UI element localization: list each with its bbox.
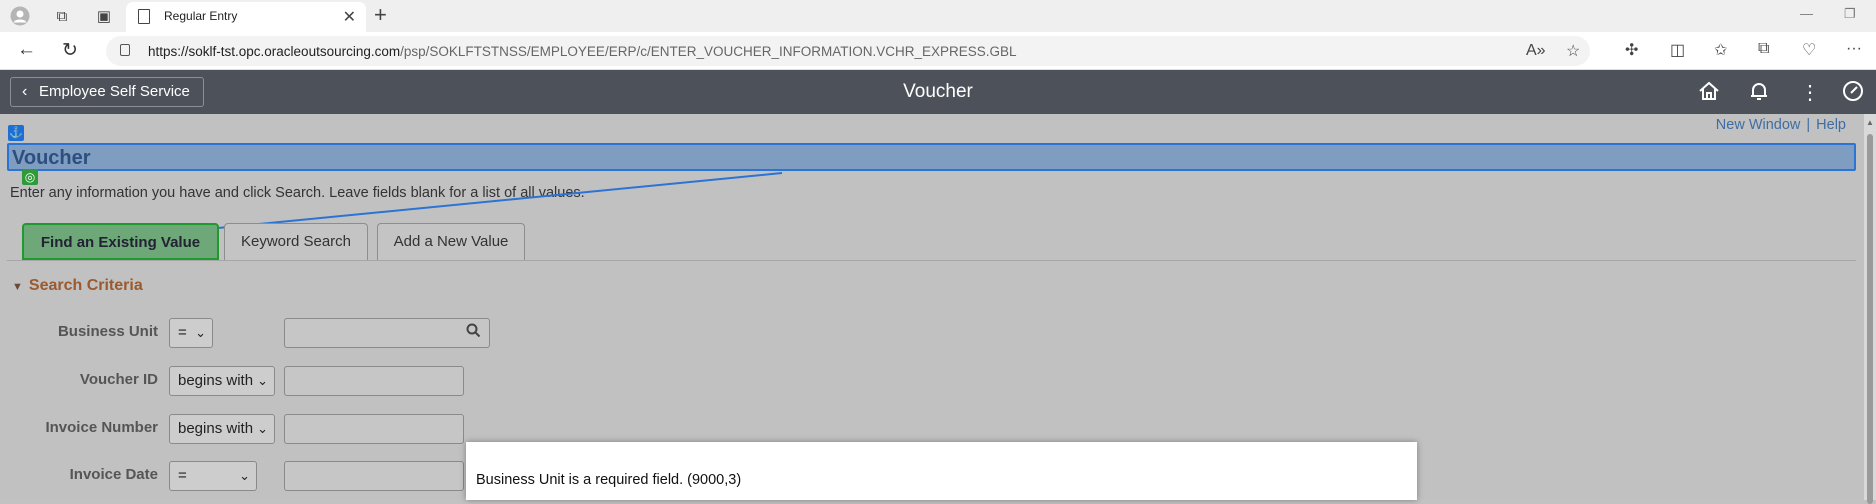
invoice-date-operator[interactable]: = ⌄	[169, 461, 257, 491]
url-text: https://soklf-tst.opc.oracleoutsourcing.…	[148, 44, 1017, 59]
browser-essentials-icon[interactable]: ♡	[1802, 40, 1816, 60]
favorites-icon[interactable]: ✩	[1714, 40, 1727, 60]
scrollbar-thumb[interactable]	[1867, 134, 1873, 504]
minimize-icon[interactable]: —	[1800, 6, 1813, 21]
profile-icon[interactable]	[9, 5, 31, 27]
invoice-number-label: Invoice Number	[45, 419, 158, 436]
url-field[interactable]: https://soklf-tst.opc.oracleoutsourcing.…	[106, 36, 1590, 66]
error-message-dialog: Business Unit is a required field. (9000…	[466, 442, 1417, 500]
browser-tab-title: Regular Entry	[164, 9, 238, 23]
tab-keyword-search[interactable]: Keyword Search	[224, 223, 368, 260]
browser-tab-active[interactable]: Regular Entry ✕	[126, 2, 366, 32]
invoice-number-input[interactable]	[284, 414, 464, 444]
vertical-scrollbar[interactable]: ▲	[1864, 114, 1876, 504]
more-options-icon[interactable]: ···	[1846, 40, 1862, 58]
app-header: ‹ Employee Self Service Voucher ⋮	[0, 70, 1876, 114]
actions-menu-icon[interactable]: ⋮	[1800, 80, 1820, 105]
favorite-star-icon[interactable]: ☆	[1566, 41, 1580, 61]
voucher-id-operator[interactable]: begins with ⌄	[169, 366, 275, 396]
chevron-down-icon: ⌄	[239, 468, 250, 483]
tab-divider	[7, 260, 1856, 261]
home-icon[interactable]	[1698, 80, 1720, 108]
read-aloud-icon[interactable]: A»	[1526, 42, 1546, 60]
address-bar-row: ← ↻ https://soklf-tst.opc.oracleoutsourc…	[0, 32, 1876, 70]
tab-find-existing-value[interactable]: Find an Existing Value	[22, 223, 219, 260]
page-icon	[138, 9, 150, 24]
tab-add-new-value[interactable]: Add a New Value	[377, 223, 525, 260]
chevron-down-icon: ⌄	[257, 373, 268, 388]
operator-value: =	[178, 467, 187, 484]
operator-value: begins with	[178, 420, 254, 437]
operator-value: =	[178, 324, 187, 341]
business-unit-input[interactable]	[284, 318, 490, 348]
split-screen-icon[interactable]: ◫	[1670, 40, 1685, 60]
close-tab-icon[interactable]: ✕	[343, 7, 356, 27]
navbar-compass-icon[interactable]	[1842, 80, 1864, 108]
error-message-text: Business Unit is a required field. (9000…	[476, 472, 742, 488]
voucher-id-input[interactable]	[284, 366, 464, 396]
section-title: Search Criteria	[28, 277, 143, 294]
search-icon[interactable]	[466, 323, 481, 342]
collections-icon[interactable]: ⧉	[1758, 40, 1769, 58]
restore-icon[interactable]: ❐	[1844, 6, 1856, 22]
target-icon: ◎	[22, 169, 38, 185]
refresh-icon[interactable]: ↻	[62, 39, 78, 62]
extensions-icon[interactable]: ✣	[1625, 40, 1638, 60]
browser-tab-strip: ⧉ ▣ Regular Entry ✕ + — ❐	[0, 0, 1876, 32]
invoice-date-input[interactable]	[284, 461, 464, 491]
collapse-triangle-icon: ▼	[12, 281, 23, 293]
tab-label: Add a New Value	[393, 233, 509, 250]
invoice-date-label: Invoice Date	[69, 466, 158, 483]
business-unit-operator[interactable]: = ⌄	[169, 318, 213, 348]
header-title: Voucher	[903, 81, 973, 102]
back-arrow-icon[interactable]: ←	[17, 39, 36, 61]
tab-label: Keyword Search	[240, 233, 352, 250]
chevron-down-icon: ⌄	[257, 421, 268, 436]
search-criteria-header[interactable]: ▼ Search Criteria	[12, 277, 143, 295]
lock-icon	[120, 44, 130, 56]
tab-label: Find an Existing Value	[40, 234, 201, 251]
invoice-number-operator[interactable]: begins with ⌄	[169, 414, 275, 444]
new-tab-icon[interactable]: +	[374, 2, 387, 28]
scroll-up-icon[interactable]: ▲	[1866, 118, 1874, 127]
workspaces-icon[interactable]: ⧉	[51, 5, 73, 27]
voucher-id-label: Voucher ID	[79, 371, 158, 388]
business-unit-label: Business Unit	[57, 323, 158, 340]
tab-actions-icon[interactable]: ▣	[93, 5, 115, 27]
notifications-icon[interactable]	[1748, 80, 1770, 108]
chevron-down-icon: ⌄	[195, 325, 206, 340]
operator-value: begins with	[178, 372, 254, 389]
